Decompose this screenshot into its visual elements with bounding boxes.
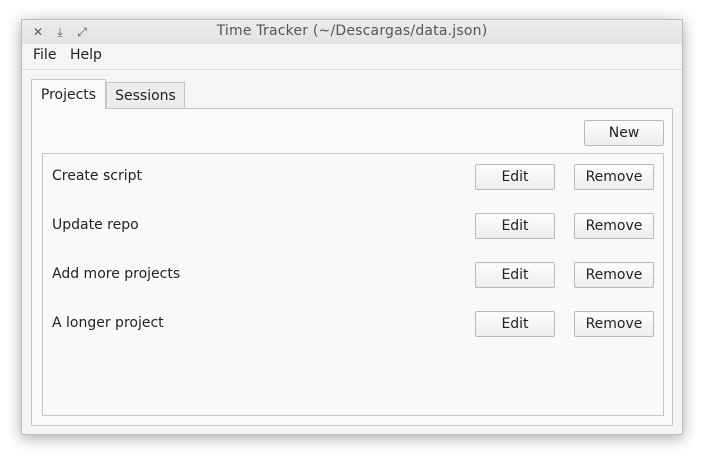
remove-button[interactable]: Remove: [574, 262, 654, 288]
remove-button[interactable]: Remove: [574, 311, 654, 337]
menu-bar: File Help: [22, 44, 682, 70]
title-bar[interactable]: ✕ ⤓ ⤢ Time Tracker (~/Descargas/data.jso…: [22, 20, 682, 45]
edit-button[interactable]: Edit: [475, 164, 555, 190]
remove-button[interactable]: Remove: [574, 213, 654, 239]
tab-projects[interactable]: Projects: [31, 79, 106, 109]
project-name: Update repo: [52, 217, 139, 233]
project-name: Add more projects: [52, 266, 181, 282]
edit-button[interactable]: Edit: [475, 213, 555, 239]
project-name: A longer project: [52, 315, 164, 331]
project-list: Create script Edit Remove Update repo Ed…: [42, 153, 664, 416]
projects-panel: New Create script Edit Remove Update rep…: [31, 108, 673, 426]
menu-file[interactable]: File: [31, 47, 58, 63]
remove-button[interactable]: Remove: [574, 164, 654, 190]
new-project-button[interactable]: New: [584, 120, 664, 146]
window-title: Time Tracker (~/Descargas/data.json): [216, 23, 488, 39]
project-name: Create script: [52, 168, 142, 184]
menu-help[interactable]: Help: [68, 47, 104, 63]
tab-sessions[interactable]: Sessions: [106, 82, 185, 109]
project-row: Create script Edit Remove: [43, 154, 663, 203]
edit-button[interactable]: Edit: [475, 311, 555, 337]
project-row: A longer project Edit Remove: [43, 301, 663, 350]
app-window: ✕ ⤓ ⤢ Time Tracker (~/Descargas/data.jso…: [21, 19, 683, 435]
project-row: Update repo Edit Remove: [43, 203, 663, 252]
edit-button[interactable]: Edit: [475, 262, 555, 288]
project-row: Add more projects Edit Remove: [43, 252, 663, 301]
